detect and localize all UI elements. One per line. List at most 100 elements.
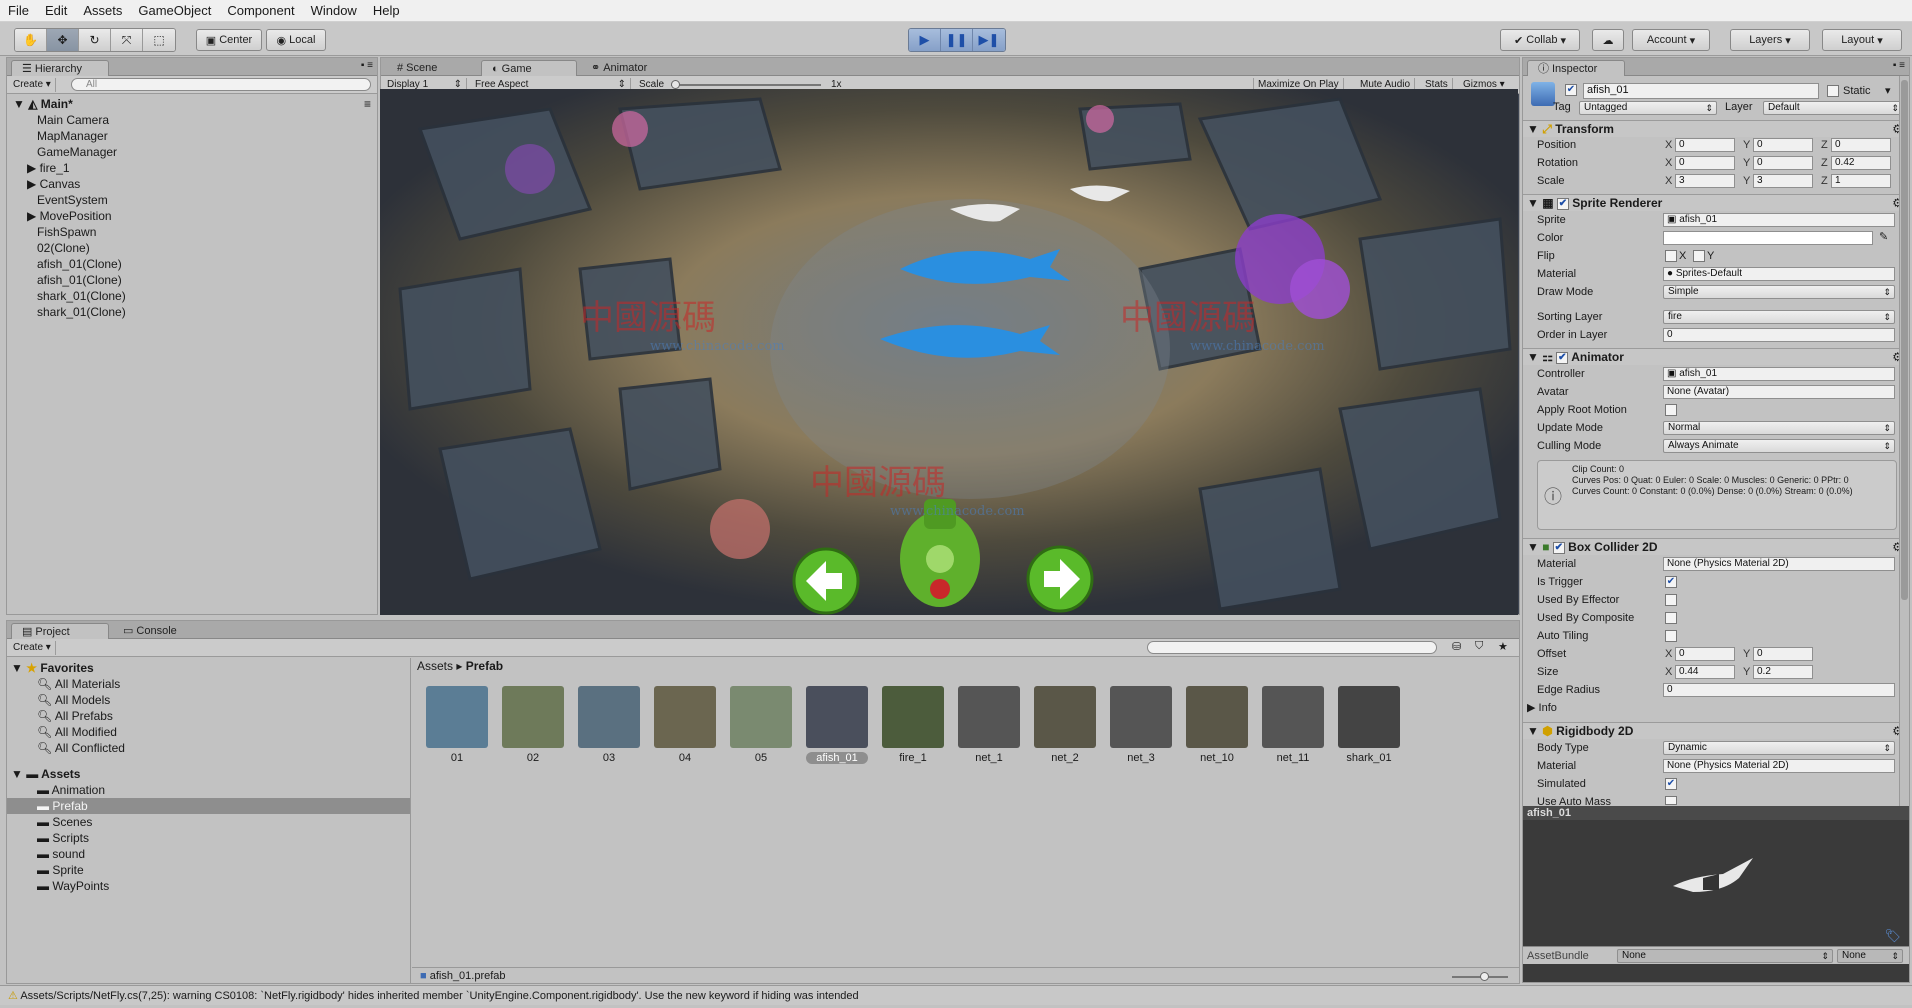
favorite-item[interactable]: 🔍︎ All Models (37, 692, 110, 708)
expand-arrow-icon[interactable]: ▶ (27, 161, 40, 175)
panel-menu-icon[interactable]: ▪ ≡ (1893, 60, 1905, 71)
flip-x-checkbox[interactable] (1665, 250, 1677, 262)
used-by-effector-checkbox[interactable] (1665, 594, 1677, 606)
favorite-item[interactable]: 🔍︎ All Modified (37, 724, 117, 740)
pivot-local-button[interactable]: ◉ Local (266, 29, 326, 51)
asset-item[interactable]: net_1 (958, 686, 1020, 768)
menu-window[interactable]: Window (303, 0, 365, 22)
body-type-dropdown[interactable]: Dynamic (1663, 741, 1895, 755)
tree-item[interactable]: shark_01(Clone) (7, 288, 377, 304)
tree-item[interactable]: GameManager (7, 144, 377, 160)
sprite-renderer-enabled[interactable]: ✔ (1556, 197, 1569, 210)
transform-header[interactable]: ▼ ⤢ Transform ⚙ (1523, 120, 1909, 137)
box-collider-enabled[interactable]: ✔ (1552, 541, 1565, 554)
tag-icon[interactable]: 🏷︎ (1884, 928, 1901, 944)
used-by-composite-checkbox[interactable] (1665, 612, 1677, 624)
cloud-button[interactable]: ☁ (1592, 29, 1624, 51)
collab-button[interactable]: ✔ Collab ▾ (1500, 29, 1580, 51)
scale-slider[interactable] (671, 80, 821, 89)
static-dropdown[interactable]: ▾ (1885, 84, 1891, 98)
hierarchy-create-button[interactable]: Create ▾ (9, 78, 56, 92)
avatar-field[interactable]: None (Avatar) (1663, 385, 1895, 399)
animator-enabled[interactable]: ✔ (1556, 351, 1569, 364)
folder-item[interactable]: ▬ Animation (37, 782, 105, 798)
scale-z[interactable]: 1 (1831, 174, 1891, 188)
favorite-star-icon[interactable]: ★ (1498, 640, 1508, 653)
controller-field[interactable]: ▣ afish_01 (1663, 367, 1895, 381)
asset-item[interactable]: shark_01 (1338, 686, 1400, 768)
edge-radius-field[interactable]: 0 (1663, 683, 1895, 697)
rigidbody-material-field[interactable]: None (Physics Material 2D) (1663, 759, 1895, 773)
size-x[interactable]: 0.44 (1675, 665, 1735, 679)
eyedropper-icon[interactable]: ✎ (1879, 230, 1888, 244)
tree-item[interactable]: afish_01(Clone) (7, 272, 377, 288)
menu-edit[interactable]: Edit (37, 0, 75, 22)
foldout-icon[interactable]: ▼ (1527, 196, 1539, 210)
order-in-layer-field[interactable]: 0 (1663, 328, 1895, 342)
position-x[interactable]: 0 (1675, 138, 1735, 152)
folder-item-selected[interactable]: ▬ Prefab (7, 798, 410, 814)
is-trigger-checkbox[interactable]: ✔ (1665, 576, 1677, 588)
asset-item[interactable]: net_2 (1034, 686, 1096, 768)
tree-item[interactable]: ▶ fire_1 (7, 160, 377, 176)
favorites-header[interactable]: ▼ ★ Favorites (11, 660, 94, 676)
pivot-center-button[interactable]: ▣ Center (196, 29, 262, 51)
asset-item[interactable]: afish_01 (806, 686, 868, 768)
favorite-item[interactable]: 🔍︎ All Conflicted (37, 740, 125, 756)
color-field[interactable] (1663, 231, 1873, 245)
scene-root[interactable]: ▼ ◭ Main* ≡ (7, 96, 377, 112)
thumbnail-size-slider[interactable] (1452, 972, 1508, 981)
tree-item[interactable]: ▶ Canvas (7, 176, 377, 192)
animator-header[interactable]: ▼ ⚏ ✔ Animator ⚙ (1523, 348, 1909, 365)
rotation-z[interactable]: 0.42 (1831, 156, 1891, 170)
play-icon[interactable]: ▶ (909, 29, 941, 51)
menu-file[interactable]: File (0, 0, 37, 22)
scale-x[interactable]: 3 (1675, 174, 1735, 188)
filter-label-icon[interactable]: ⛉ (1475, 640, 1483, 653)
menu-component[interactable]: Component (219, 0, 302, 22)
sorting-layer-dropdown[interactable]: fire (1663, 310, 1895, 324)
update-mode-dropdown[interactable]: Normal (1663, 421, 1895, 435)
asset-item[interactable]: 05 (730, 686, 792, 768)
tab-game[interactable]: ◐ Game (481, 60, 577, 76)
asset-item[interactable]: net_11 (1262, 686, 1324, 768)
layout-dropdown[interactable]: Layout ▾ (1822, 29, 1902, 51)
material-field[interactable]: ● Sprites-Default (1663, 267, 1895, 281)
layer-dropdown[interactable]: Default (1763, 101, 1903, 115)
offset-x[interactable]: 0 (1675, 647, 1735, 661)
panel-menu-icon[interactable]: ▪ ≡ (361, 60, 373, 71)
asset-item[interactable]: 04 (654, 686, 716, 768)
folder-item[interactable]: ▬ Scripts (37, 830, 89, 846)
project-search-input[interactable] (1147, 641, 1437, 654)
hand-tool-icon[interactable]: ✋ (15, 29, 47, 51)
menu-assets[interactable]: Assets (75, 0, 130, 22)
pause-icon[interactable]: ❚❚ (941, 29, 973, 51)
game-viewport[interactable] (380, 89, 1518, 615)
tree-item[interactable]: EventSystem (7, 192, 377, 208)
rotation-x[interactable]: 0 (1675, 156, 1735, 170)
size-y[interactable]: 0.2 (1753, 665, 1813, 679)
asset-item[interactable]: 01 (426, 686, 488, 768)
tab-project[interactable]: ▤ Project (11, 623, 109, 639)
expand-arrow-icon[interactable]: ▶ (27, 209, 40, 223)
expand-arrow-icon[interactable]: ▶ (27, 177, 40, 191)
inspector-scrollbar[interactable] (1899, 76, 1909, 806)
filter-type-icon[interactable]: ⛁ (1452, 640, 1461, 653)
asset-item[interactable]: fire_1 (882, 686, 944, 768)
tree-item[interactable]: shark_01(Clone) (7, 304, 377, 320)
rotation-y[interactable]: 0 (1753, 156, 1813, 170)
step-icon[interactable]: ▶❚ (973, 29, 1005, 51)
move-tool-icon[interactable]: ✥ (47, 29, 79, 51)
scale-tool-icon[interactable]: ⤧ (111, 29, 143, 51)
tree-item[interactable]: afish_01(Clone) (7, 256, 377, 272)
menu-help[interactable]: Help (365, 0, 408, 22)
tree-item[interactable]: 02(Clone) (7, 240, 377, 256)
offset-y[interactable]: 0 (1753, 647, 1813, 661)
tree-item[interactable]: ▶ MovePosition (7, 208, 377, 224)
rect-tool-icon[interactable]: ⬚ (143, 29, 175, 51)
apply-root-motion-checkbox[interactable] (1665, 404, 1677, 416)
asset-item[interactable]: 02 (502, 686, 564, 768)
asset-item[interactable]: 03 (578, 686, 640, 768)
rotate-tool-icon[interactable]: ↻ (79, 29, 111, 51)
hierarchy-search-input[interactable]: All (71, 78, 371, 91)
